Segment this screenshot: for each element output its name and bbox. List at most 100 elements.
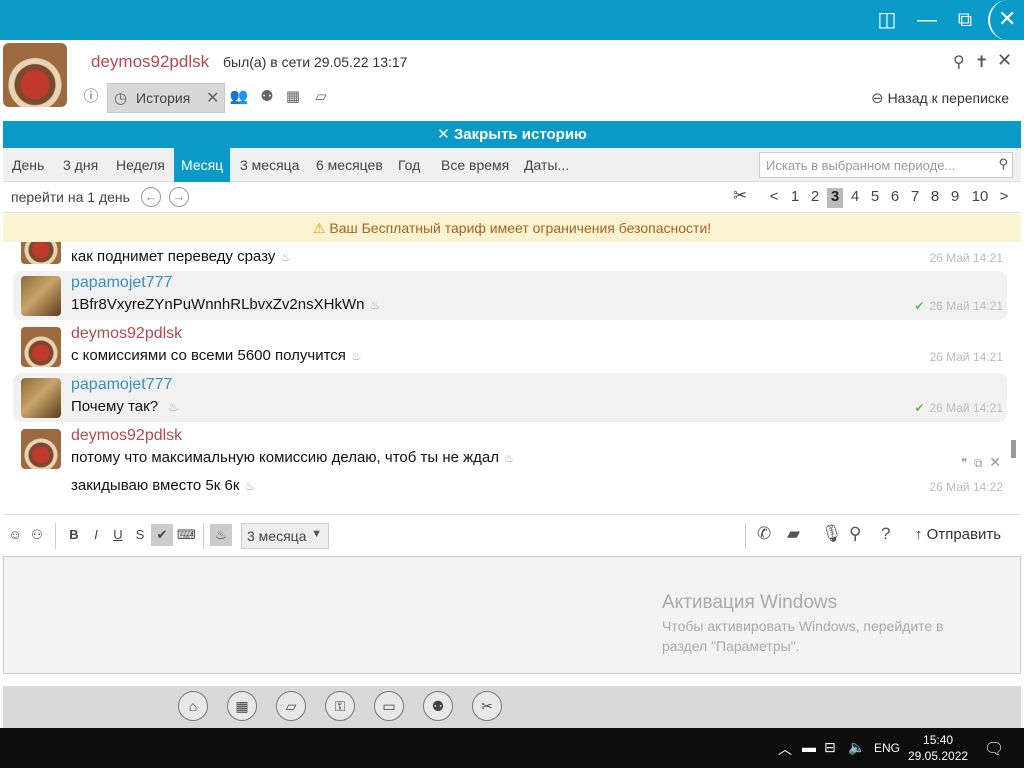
header-toolbar: ⓘ ◷ История ✕ 👥 ⚉ ▦ ▱ ⊖ Назад к переписке xyxy=(3,83,1021,113)
help-icon[interactable]: ? xyxy=(881,524,890,544)
avatar xyxy=(21,242,61,264)
close-chat-icon[interactable]: ✕ xyxy=(997,50,1012,71)
message-author[interactable]: papamojet777 xyxy=(71,376,172,394)
user-icon[interactable]: ⚇ xyxy=(29,527,45,543)
composer-toolbar: ☺ ⚇ B I U S ✔ ⌨ ♨ 3 месяца ▼ ✆ ▰ 🎙 ⚲ ? ↑… xyxy=(3,514,1021,556)
autodelete-period-select[interactable]: 3 месяца ▼ xyxy=(241,523,329,549)
fire-icon: ♨ xyxy=(369,298,381,312)
arrow-up-icon: ↑ xyxy=(915,526,923,543)
page-link[interactable]: 7 xyxy=(907,188,923,205)
phone-icon[interactable]: ✆ xyxy=(757,524,771,544)
notes-icon[interactable]: ▱ xyxy=(276,691,306,721)
period-tab[interactable]: Даты... xyxy=(517,148,576,182)
panel-layout-icon[interactable]: ◫ xyxy=(872,6,902,34)
info-icon[interactable]: ⓘ xyxy=(81,87,101,107)
clock-date: 29.05.2022 xyxy=(908,749,969,763)
contact-name[interactable]: deymos92pdlsk xyxy=(91,52,209,72)
battery-icon[interactable]: ▬ xyxy=(802,739,816,755)
tab-history[interactable]: ◷ История ✕ xyxy=(107,83,225,113)
underline-button[interactable]: U xyxy=(110,527,126,542)
fire-icon[interactable]: ♨ xyxy=(210,524,232,546)
search-input[interactable]: Искать в выбранном периоде... ⚲ xyxy=(759,152,1013,178)
microphone-icon[interactable]: 🎙 xyxy=(821,524,843,544)
warning-text: Ваш Бесплатный тариф имеет ограничения б… xyxy=(329,220,712,236)
send-button[interactable]: ↑ Отправить xyxy=(915,526,1001,543)
period-tab[interactable]: Год xyxy=(391,148,427,182)
calendar-icon[interactable]: ▦ xyxy=(283,87,303,107)
tools-icon[interactable]: ✂ xyxy=(733,186,747,206)
italic-button[interactable]: I xyxy=(88,527,104,542)
attach-icon[interactable]: ⚲ xyxy=(849,524,861,544)
calendar-icon[interactable]: ▦ xyxy=(227,691,257,721)
period-tab[interactable]: 6 месяцев xyxy=(309,148,390,182)
copy-icon[interactable]: ⧉ xyxy=(974,456,983,470)
message-text: потому что максимальную комиссию делаю, … xyxy=(71,449,515,466)
delete-icon[interactable]: ✕ xyxy=(989,454,1001,470)
language-indicator[interactable]: ENG xyxy=(874,741,900,755)
minimize-icon[interactable]: — xyxy=(912,6,942,34)
page-next[interactable]: > xyxy=(996,188,1012,205)
home-icon[interactable]: ⌂ xyxy=(178,691,208,721)
page-link[interactable]: 6 xyxy=(887,188,903,205)
period-tab[interactable]: 3 дня xyxy=(56,148,105,182)
contacts-icon[interactable]: 👥 xyxy=(229,87,249,107)
smiley-icon[interactable]: ☺ xyxy=(7,527,23,542)
close-history-button[interactable]: ✕ Закрыть историю xyxy=(3,121,1021,148)
message-author[interactable]: papamojet777 xyxy=(71,274,172,292)
close-tab-icon[interactable]: ✕ xyxy=(206,88,219,108)
delivered-check-icon: ✔ xyxy=(914,299,925,313)
message-list[interactable]: как поднимет переведу сразу ♨ 26 Май 14:2… xyxy=(3,242,1021,508)
spellcheck-icon[interactable]: ✔ xyxy=(151,524,173,546)
notes-icon[interactable]: ▱ xyxy=(311,87,331,107)
pin-icon[interactable]: ⚲ xyxy=(953,52,965,72)
scrollbar[interactable] xyxy=(1011,440,1016,458)
key-icon[interactable]: ⚿ xyxy=(325,691,355,721)
fire-icon: ♨ xyxy=(350,349,362,363)
period-tab[interactable]: День xyxy=(5,148,51,182)
window-titlebar: ◫ — ⧉ ✕ xyxy=(0,0,1024,40)
page-link[interactable]: 10 xyxy=(969,188,991,205)
chevron-up-icon[interactable]: ︿ xyxy=(778,739,792,759)
search-icon[interactable]: ⚲ xyxy=(998,156,1008,172)
page-link[interactable]: 9 xyxy=(947,188,963,205)
period-tab[interactable]: Неделя xyxy=(109,148,172,182)
list-item: как поднимет переведу сразу ♨ 26 Май 14:2… xyxy=(13,242,1007,270)
period-tab[interactable]: Все время xyxy=(434,148,516,182)
page-link-current[interactable]: 3 xyxy=(827,188,843,208)
keyboard-icon[interactable]: ⌨ xyxy=(177,527,196,543)
message-author[interactable]: deymos92pdlsk xyxy=(71,325,182,343)
group-icon[interactable]: ⚉ xyxy=(257,87,277,107)
avatar xyxy=(21,378,61,418)
pushpin-icon[interactable]: ✝ xyxy=(975,52,988,72)
taskbar: ︿ ▬ ⊟ 🔈 ENG 15:40 29.05.2022 🗨 xyxy=(0,728,1024,768)
page-link[interactable]: 5 xyxy=(867,188,883,205)
arrow-back-icon[interactable]: ← xyxy=(141,187,161,207)
notifications-icon[interactable]: 🗨 xyxy=(984,739,1004,759)
folder-icon[interactable]: ▭ xyxy=(374,691,404,721)
close-window-icon[interactable]: ✕ xyxy=(988,0,1024,40)
arrow-forward-icon[interactable]: → xyxy=(169,187,189,207)
settings-tools-icon[interactable]: ✂ xyxy=(472,691,502,721)
clock[interactable]: 15:40 29.05.2022 xyxy=(908,732,968,764)
message-text: с комиссиями со всеми 5600 получится ♨ xyxy=(71,347,362,364)
contacts-icon[interactable]: ⚉ xyxy=(423,691,453,721)
message-author[interactable]: deymos92pdlsk xyxy=(71,427,182,445)
network-icon[interactable]: ⊟ xyxy=(824,739,836,756)
quote-icon[interactable]: ❞ xyxy=(961,456,967,470)
video-call-icon[interactable]: ▰ xyxy=(787,524,800,544)
restore-icon[interactable]: ⧉ xyxy=(950,6,980,34)
volume-icon[interactable]: 🔈 xyxy=(848,739,865,756)
page-prev[interactable]: < xyxy=(766,188,782,205)
strike-button[interactable]: S xyxy=(132,527,148,542)
page-link[interactable]: 4 xyxy=(847,188,863,205)
period-tab-active[interactable]: Месяц xyxy=(174,148,231,182)
period-tab[interactable]: 3 месяца xyxy=(233,148,306,182)
bold-button[interactable]: B xyxy=(66,527,82,542)
page-link[interactable]: 1 xyxy=(787,188,803,205)
back-to-chat-link[interactable]: ⊖ Назад к переписке xyxy=(871,89,1009,107)
message-text: 1Bfr8VxyreZYnPuWnnhRLbvxZv2nsXHkWn ♨ xyxy=(71,296,381,313)
activation-line1: Чтобы активировать Windows, перейдите в xyxy=(662,618,944,634)
message-time: 26 Май 14:21 xyxy=(929,251,1003,265)
page-link[interactable]: 2 xyxy=(807,188,823,205)
page-link[interactable]: 8 xyxy=(927,188,943,205)
